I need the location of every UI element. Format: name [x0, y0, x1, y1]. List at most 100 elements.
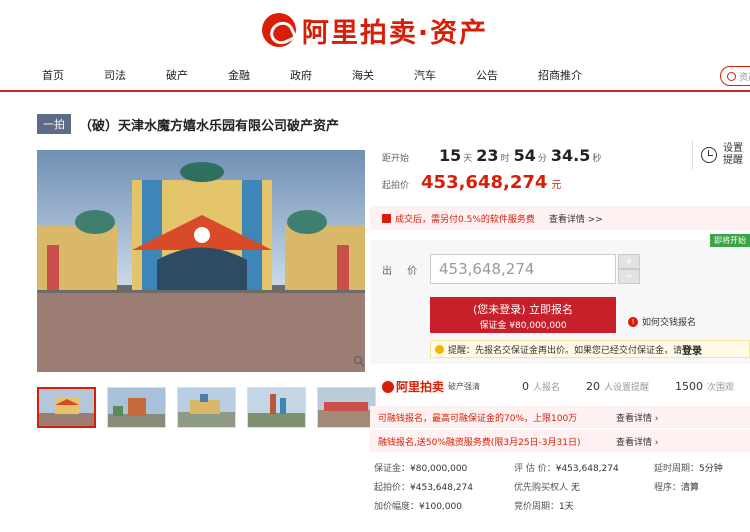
detail-delay-value: 5分钟	[699, 464, 723, 474]
detail-procedure-value: 清算	[681, 483, 700, 493]
nav-item-cars[interactable]: 汽车	[414, 67, 436, 83]
stats-brand-name: 阿里拍卖	[396, 380, 445, 394]
thumbnail-3[interactable]	[177, 387, 236, 428]
countdown-seconds: 34.5	[550, 146, 591, 165]
search-placeholder: 资产	[739, 72, 750, 83]
thumbnail-5[interactable]	[317, 387, 376, 428]
start-price-row: 起拍价 453,648,274 元	[382, 172, 561, 193]
stats-brand: 阿里拍卖 破产强清	[382, 378, 480, 395]
bid-amount-input[interactable]: 453,648,274	[430, 254, 616, 284]
login-tip: 提醒：先报名交保证金再出价。如果您已经交付保证金，请 登录	[430, 340, 750, 358]
detail-start-label: 起拍价：	[374, 483, 411, 493]
countdown-seconds-unit: 秒	[592, 154, 602, 164]
brand-logo[interactable]: 阿里拍卖·资产	[261, 11, 489, 50]
register-button[interactable]: (您未登录) 立即报名 保证金 ¥80,000,000	[430, 297, 616, 333]
nav-item-judicial[interactable]: 司法	[104, 67, 126, 83]
stats-brand-sub: 破产强清	[448, 382, 481, 391]
login-tip-text: 提醒：先报名交保证金再出价。如果您已经交付保证金，请	[448, 345, 683, 356]
auction-hammer-icon	[261, 13, 296, 47]
detail-priority: 优先购买权人 无	[514, 480, 580, 493]
detail-increment: 加价幅度：¥100,000	[374, 499, 462, 512]
service-fee-text: 成交后，需另付0.5%的软件服务费	[395, 214, 535, 225]
header: 阿里拍卖·资产	[0, 0, 750, 60]
set-reminder-button[interactable]: 设置提醒	[692, 140, 745, 170]
water-park-photo	[37, 150, 365, 372]
reminder-count: 20 人设置提醒	[586, 380, 649, 393]
detail-period: 竞价周期：1天	[514, 499, 574, 512]
countdown-days-unit: 天	[463, 154, 473, 164]
brand-mini-icon	[382, 380, 394, 393]
signup-count-label: 人报名	[533, 383, 561, 393]
detail-delay-label: 延时周期：	[654, 464, 700, 474]
search-icon	[727, 71, 736, 81]
stats-row: 阿里拍卖 破产强清 0 人报名 20 人设置提醒 1500 次围观	[382, 378, 750, 395]
auction-page: 阿里拍卖·资产 首页 司法 破产 金融 政府 海关 汽车 公告 招商推介 资产 …	[0, 0, 750, 532]
detail-period-label: 竞价周期：	[514, 502, 560, 512]
countdown: 距开始 15 天 23 时 54 分 34.5 秒	[382, 146, 605, 165]
detail-deposit: 保证金：¥80,000,000	[374, 461, 467, 474]
detail-start-value: ¥453,648,274	[410, 483, 473, 493]
round-tag: 一拍	[37, 114, 71, 134]
info-icon: !	[628, 316, 638, 327]
nav-item-home[interactable]: 首页	[42, 67, 64, 83]
detail-appraisal-value: ¥453,648,274	[555, 464, 619, 474]
detail-start-price: 起拍价：¥453,648,274	[374, 480, 473, 493]
lot-title: （破）天津水魔方嬉水乐园有限公司破产资产	[79, 118, 340, 134]
start-price-value: 453,648,274	[421, 172, 548, 193]
how-to-pay-text: 如何交钱报名	[642, 318, 697, 328]
nav-item-bankruptcy[interactable]: 破产	[166, 67, 188, 83]
detail-procedure: 程序：清算	[654, 480, 699, 493]
reminder-count-value: 20	[586, 380, 601, 393]
login-link[interactable]: 登录	[682, 342, 702, 357]
promo-financing-text: 可融钱报名，最高可融保证金的70%，上限100万	[378, 413, 578, 424]
start-price-unit: 元	[551, 180, 562, 191]
thumbnail-2[interactable]	[107, 387, 166, 428]
brand-name: 阿里拍卖·资产	[301, 17, 489, 49]
start-price-label: 起拍价	[382, 181, 410, 191]
bid-stepper: + −	[618, 254, 640, 284]
nav-item-customs[interactable]: 海关	[352, 67, 374, 83]
zoom-icon[interactable]	[353, 355, 365, 367]
countdown-minutes: 54	[513, 146, 536, 165]
nav-item-notices[interactable]: 公告	[476, 67, 498, 83]
alarm-clock-icon	[701, 147, 717, 163]
countdown-label: 距开始	[382, 154, 410, 164]
decrease-bid-button[interactable]: −	[618, 269, 640, 284]
detail-appraisal: 评 估 价：¥453,648,274	[514, 461, 619, 474]
countdown-hours-unit: 时	[500, 154, 510, 164]
thumbnail-1[interactable]	[37, 387, 96, 428]
view-count: 1500 次围观	[675, 380, 734, 393]
signup-count: 0 人报名	[522, 380, 560, 393]
view-count-label: 次围观	[707, 383, 735, 393]
lot-title-bar: 一拍 （破）天津水魔方嬉水乐园有限公司破产资产	[25, 110, 750, 138]
search-input[interactable]: 资产	[720, 66, 750, 86]
bid-area: 即将开始 出 价 453,648,274 + − (您未登录) 立即报名 保证金…	[370, 234, 750, 364]
nav-item-investment[interactable]: 招商推介	[538, 67, 582, 83]
detail-priority-label: 优先购买权人	[514, 483, 569, 493]
status-badge: 即将开始	[710, 234, 750, 247]
thumbnail-strip	[37, 387, 376, 428]
nav-item-government[interactable]: 政府	[290, 67, 312, 83]
promo-financing-link[interactable]: 查看详情 ›	[616, 411, 658, 424]
lightbulb-icon	[435, 344, 444, 354]
detail-deposit-label: 保证金：	[374, 464, 411, 474]
promo-financing: 可融钱报名，最高可融保证金的70%，上限100万 查看详情 ›	[370, 406, 750, 428]
detail-appraisal-label: 评 估 价：	[514, 464, 556, 474]
countdown-hours: 23	[476, 146, 499, 165]
service-fee-notice: 成交后，需另付0.5%的软件服务费 查看详情 >>	[370, 206, 750, 230]
register-button-label: (您未登录) 立即报名	[472, 303, 574, 316]
how-to-pay-link[interactable]: ! 如何交钱报名	[628, 315, 696, 328]
service-fee-details-link[interactable]: 查看详情 >>	[549, 212, 603, 225]
signup-count-value: 0	[522, 380, 530, 393]
nav-item-finance[interactable]: 金融	[228, 67, 250, 83]
main-photo[interactable]	[37, 150, 365, 372]
thumbnail-4[interactable]	[247, 387, 306, 428]
promo-fee-discount-link[interactable]: 查看详情 ›	[616, 435, 658, 448]
register-deposit-label: 保证金 ¥80,000,000	[479, 321, 567, 331]
detail-increment-value: ¥100,000	[419, 502, 462, 512]
bid-label: 出 价	[382, 266, 424, 277]
detail-deposit-value: ¥80,000,000	[410, 464, 468, 474]
detail-period-value: 1天	[559, 502, 574, 512]
increase-bid-button[interactable]: +	[618, 254, 640, 269]
set-reminder-label: 设置提醒	[723, 143, 743, 166]
